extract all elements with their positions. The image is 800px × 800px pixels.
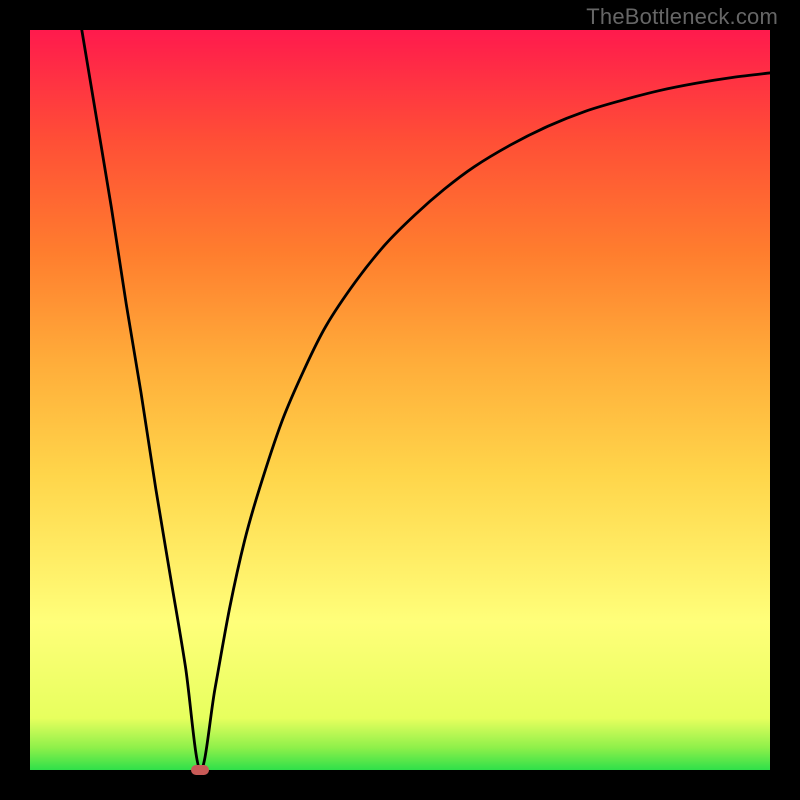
curve-line bbox=[82, 30, 770, 770]
watermark-text: TheBottleneck.com bbox=[586, 4, 778, 30]
curve-svg bbox=[30, 30, 770, 770]
plot-area bbox=[30, 30, 770, 770]
chart-container: TheBottleneck.com bbox=[0, 0, 800, 800]
minimum-marker bbox=[191, 765, 209, 775]
